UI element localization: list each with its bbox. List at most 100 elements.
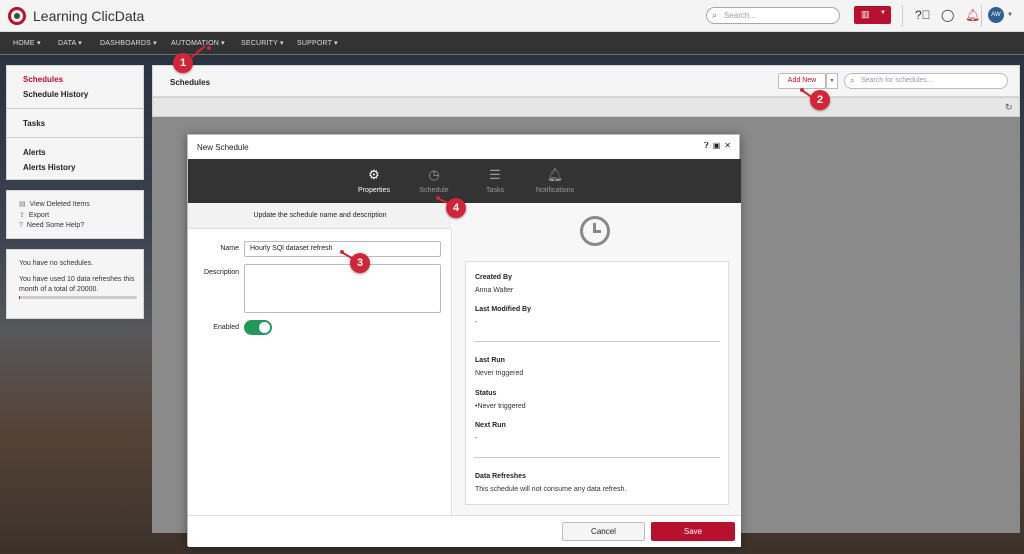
chat-icon[interactable]: ◯ <box>941 8 954 22</box>
help-label: Need Some Help? <box>26 222 85 229</box>
sidebar-item-alerts[interactable]: Alerts <box>23 148 46 157</box>
last-modified-label: Last Modified By <box>475 306 532 313</box>
main-header: Schedules Add New ▼ ⌕ Search for schedul… <box>152 65 1020 97</box>
schedule-search-placeholder: Search for schedules... <box>861 77 933 84</box>
status-text: Never triggered <box>477 403 526 410</box>
search-icon: ⌕ <box>850 76 855 85</box>
data-refreshes-value: This schedule will not consume any data … <box>475 486 627 493</box>
add-new-dropdown-button[interactable]: ▼ <box>826 73 838 89</box>
dialog-tabs: ⚙ Properties ◷ Schedule ☰ Tasks 🔔︎ Notif… <box>188 159 741 203</box>
properties-form: Update the schedule name and description… <box>188 203 452 515</box>
view-deleted-items-label: View Deleted Items <box>29 201 90 208</box>
created-by-value: Anna Walter <box>475 287 514 294</box>
enabled-label: Enabled <box>213 324 239 331</box>
nav-home[interactable]: HOME ▾ <box>13 39 41 47</box>
save-button[interactable]: Save <box>651 522 735 541</box>
usage-text: You have used 10 data refreshes this mon… <box>19 276 135 293</box>
global-search-input[interactable]: ⌕ Search... <box>706 7 840 24</box>
callout-1: 1 <box>173 53 193 73</box>
chart-icon: ▥ <box>861 9 870 19</box>
nav-automation[interactable]: AUTOMATION ▾ <box>171 39 225 47</box>
sidebar-actions: ▤ View Deleted Items ⇪ Export ? Need Some H… <box>6 190 144 239</box>
nav-dashboards[interactable]: DASHBOARDS ▾ <box>100 39 157 47</box>
nav-support[interactable]: SUPPORT ▾ <box>297 39 338 47</box>
sidebar-item-alerts-history[interactable]: Alerts History <box>23 163 75 172</box>
divider <box>474 457 720 458</box>
help-icon[interactable]: ❓︎ <box>704 141 709 150</box>
schedule-info-card: Created By Anna Walter Last Modified By … <box>465 261 729 505</box>
schedule-search-input[interactable]: ⌕ Search for schedules... <box>844 73 1008 89</box>
last-run-value: Never triggered <box>475 370 524 377</box>
divider <box>7 137 144 138</box>
cancel-button[interactable]: Cancel <box>562 522 645 541</box>
schedule-info-panel: Created By Anna Walter Last Modified By … <box>453 203 741 515</box>
logo-icon <box>8 7 26 25</box>
search-icon: ⌕ <box>712 10 718 20</box>
refresh-icon[interactable]: ↻ <box>1005 102 1013 113</box>
enabled-toggle[interactable] <box>244 320 272 335</box>
tab-notifications-label: Notifications <box>535 187 575 194</box>
chevron-down-icon: ▼ <box>880 10 886 16</box>
status-label: Status <box>475 390 497 397</box>
chevron-down-icon[interactable]: ▼ <box>1007 12 1013 18</box>
dialog-footer: Cancel Save <box>188 515 741 547</box>
nav-data[interactable]: DATA ▾ <box>58 39 82 47</box>
bell-icon[interactable]: 🔔︎ <box>965 8 980 22</box>
callout-2: 2 <box>810 90 830 110</box>
last-modified-value: - <box>475 319 478 326</box>
sidebar-item-tasks[interactable]: Tasks <box>23 119 45 128</box>
main-toolbar: ↻ <box>152 97 1020 117</box>
app-title: Learning ClicData <box>33 8 145 24</box>
help-icon[interactable]: ?⃝ <box>915 8 931 22</box>
tab-schedule[interactable]: ◷ Schedule <box>399 159 469 203</box>
export-icon: ⇪ <box>19 212 25 219</box>
callout-3: 3 <box>350 253 370 273</box>
maximize-icon[interactable]: ▣ <box>713 141 721 150</box>
usage-progress-fill <box>19 296 21 299</box>
help-icon: ? <box>19 222 23 229</box>
next-run-value: - <box>475 435 478 442</box>
export-link[interactable]: ⇪ Export <box>19 211 49 219</box>
top-bar: Learning ClicData ⌕ Search... ▥ ▼ ?⃝ ◯ 🔔… <box>0 0 1024 32</box>
dialog-title: New Schedule <box>197 143 249 152</box>
close-icon[interactable]: ✕ <box>724 141 731 150</box>
export-label: Export <box>28 212 50 219</box>
divider <box>981 5 982 27</box>
clock-icon: ◷ <box>428 167 440 182</box>
status-value: •Never triggered <box>475 403 526 410</box>
sidebar-item-schedule-history[interactable]: Schedule History <box>23 90 88 99</box>
sidebar-info: You have no schedules. You have used 10 … <box>6 249 144 319</box>
tab-notifications[interactable]: 🔔︎ Notifications <box>520 159 590 203</box>
usage-progress-bar <box>19 296 137 299</box>
divider <box>474 341 720 342</box>
tab-schedule-label: Schedule <box>419 187 449 194</box>
bell-icon: 🔔︎ <box>546 167 564 182</box>
trash-icon: ▤ <box>19 201 26 208</box>
sidebar-nav: Schedules Schedule History Tasks Alerts … <box>6 65 144 180</box>
section-heading: Update the schedule name and description <box>188 203 452 229</box>
description-label: Description <box>203 269 239 276</box>
avatar[interactable]: AW <box>988 7 1004 23</box>
created-by-label: Created By <box>475 274 512 281</box>
dialog-controls: ❓︎ ▣ ✕ <box>700 141 731 151</box>
view-deleted-items-link[interactable]: ▤ View Deleted Items <box>19 200 90 208</box>
clock-icon <box>580 216 610 246</box>
add-new-button[interactable]: Add New <box>778 73 826 89</box>
divider <box>7 108 144 109</box>
page-title: Schedules <box>170 78 211 87</box>
name-label: Name <box>220 245 239 252</box>
sidebar-item-schedules[interactable]: Schedules <box>23 75 63 84</box>
main-nav: HOME ▾ DATA ▾ DASHBOARDS ▾ AUTOMATION ▾ … <box>0 32 1024 54</box>
no-schedules-text: You have no schedules. <box>19 260 94 267</box>
global-search-placeholder: Search... <box>724 11 757 20</box>
divider <box>902 5 903 27</box>
callout-4: 4 <box>446 198 466 218</box>
name-field[interactable]: Hourly SQl dataset refresh <box>244 241 441 257</box>
chart-menu-button[interactable]: ▥ ▼ <box>854 6 891 24</box>
next-run-label: Next Run <box>475 422 506 429</box>
description-field[interactable] <box>244 264 441 313</box>
data-refreshes-label: Data Refreshes <box>475 473 526 480</box>
new-schedule-dialog: New Schedule ❓︎ ▣ ✕ ⚙ Properties ◷ Schedul… <box>187 134 741 547</box>
nav-security[interactable]: SECURITY ▾ <box>241 39 284 47</box>
help-link[interactable]: ? Need Some Help? <box>19 222 84 229</box>
